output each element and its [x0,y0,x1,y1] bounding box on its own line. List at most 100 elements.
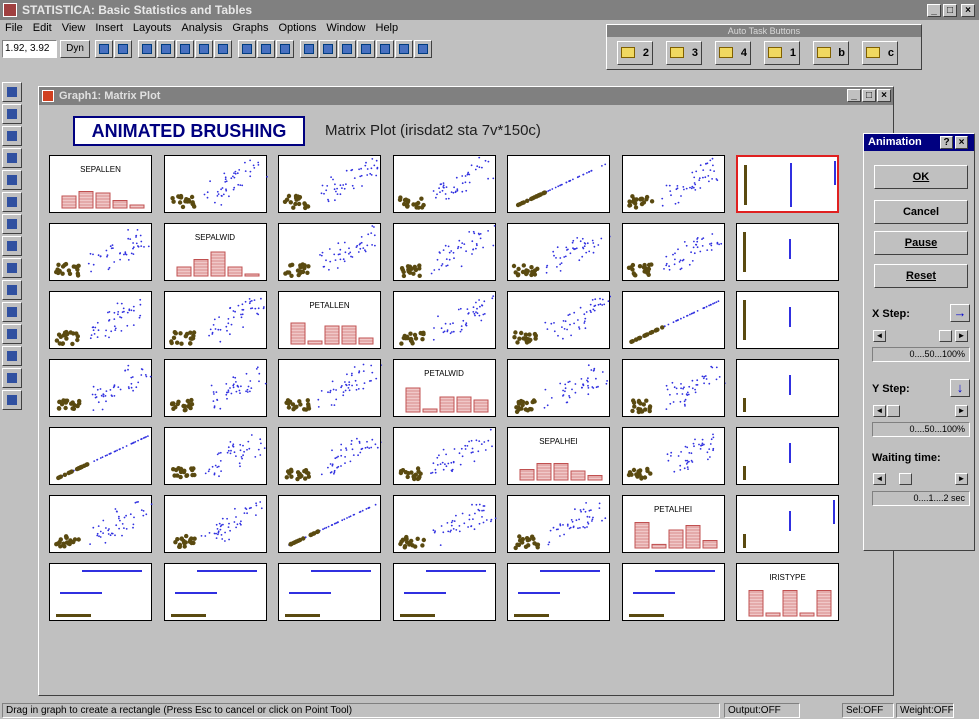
paste-icon[interactable] [2,368,22,388]
graph-area[interactable]: ANIMATED BRUSHING Matrix Plot (irisdat2 … [41,107,889,691]
histogram-cell-iristype[interactable]: IRISTYPE [736,563,839,621]
auto-task-button-b[interactable]: b [813,41,849,65]
arrow-right-icon[interactable]: → [950,304,970,322]
graph-close-icon[interactable]: × [877,89,891,102]
scatter-cell-sepallen-iristype[interactable] [736,155,839,213]
auto-task-button-2[interactable]: 2 [617,41,653,65]
menu-options[interactable]: Options [273,20,321,36]
histogram-cell-sepallen[interactable]: SEPALLEN [49,155,152,213]
help-icon[interactable]: ? [940,136,953,149]
copy-icon[interactable] [176,40,194,58]
slider-right-icon[interactable]: ► [955,330,968,342]
scatter-cell-petallen-petalwid[interactable] [392,291,496,349]
folder-icon[interactable] [2,126,22,146]
scatter-cell-sepalwid-sepallen[interactable] [49,223,152,281]
edit-icon[interactable] [2,148,22,168]
grid-icon[interactable] [214,40,232,58]
copy-icon[interactable] [2,346,22,366]
scatter-cell-petalhei-sepalhei[interactable] [507,495,610,553]
zoom-out-icon[interactable] [257,40,275,58]
search-icon[interactable] [2,302,22,322]
scatter-cell-sepalhei-sepalwid[interactable] [163,427,267,485]
dynamic-button[interactable]: Dyn [60,40,90,58]
menu-insert[interactable]: Insert [90,20,128,36]
color-icon[interactable] [2,104,22,124]
scatter-cell-sepallen-petalwid[interactable] [392,155,496,213]
ok-button[interactable]: OK [874,165,968,189]
scatter-cell-petalwid-sepalhei[interactable] [507,359,610,417]
scatter-cell-sepalwid-iristype[interactable] [736,223,839,281]
marker-icon[interactable] [395,40,413,58]
auto-task-button-3[interactable]: 3 [666,41,702,65]
scatter-cell-sepalwid-petalhei[interactable] [621,223,725,281]
slider-left-icon[interactable]: ◄ [873,330,886,342]
scatter-cell-iristype-petallen[interactable] [278,563,381,621]
scatter-cell-petallen-sepalhei[interactable] [507,291,611,349]
scatter-cell-sepalhei-petalhei[interactable] [621,427,725,485]
minimize-icon[interactable]: _ [927,4,941,17]
scatter-cell-sepalwid-petallen[interactable] [278,223,381,281]
menu-analysis[interactable]: Analysis [176,20,227,36]
maximize-icon[interactable]: □ [943,4,957,17]
paste-icon[interactable] [195,40,213,58]
page-setup-icon[interactable] [2,258,22,278]
dialog-close-icon[interactable]: × [955,136,968,149]
histogram-cell-petalhei[interactable]: PETALHEI [621,495,725,553]
graph-minimize-icon[interactable]: _ [847,89,861,102]
menu-help[interactable]: Help [371,20,404,36]
auto-task-button-1[interactable]: 1 [764,41,800,65]
y-step-slider[interactable]: ◄ ► [872,404,970,420]
scatter-cell-petalwid-petallen[interactable] [278,359,382,417]
scatter-cell-petalwid-sepallen[interactable] [49,359,152,417]
zoom-in-icon[interactable] [238,40,256,58]
scatter-cell-petallen-petalhei[interactable] [621,291,725,349]
scatter-cell-iristype-sepallen[interactable] [49,563,152,621]
slider-right-icon[interactable]: ► [955,405,968,417]
scatter-cell-sepalhei-iristype[interactable] [736,427,839,485]
scatter-cell-petalhei-iristype[interactable] [736,495,839,553]
slider-thumb[interactable] [939,330,952,342]
page-icon[interactable] [2,236,22,256]
menu-layouts[interactable]: Layouts [128,20,177,36]
slider-left-icon[interactable]: ◄ [873,473,886,485]
scatter-cell-sepalwid-sepalhei[interactable] [507,223,611,281]
chart-icon[interactable] [95,40,113,58]
menu-graphs[interactable]: Graphs [227,20,273,36]
arrow-down-icon[interactable]: ↓ [950,379,970,397]
waiting-time-slider[interactable]: ◄ ► [872,472,970,488]
scatter-cell-sepalwid-petalwid[interactable] [392,223,496,281]
app-icon[interactable] [3,3,17,17]
window-icon[interactable] [138,40,156,58]
scatter-cell-petalwid-iristype[interactable] [736,359,839,417]
print-icon[interactable] [2,280,22,300]
lines-icon[interactable] [2,82,22,102]
pause-button[interactable]: Pause [874,231,968,255]
scatter-cell-sepallen-sepalwid[interactable] [163,155,268,213]
scatter-cell-iristype-petalwid[interactable] [392,563,496,621]
zoom-icon[interactable] [157,40,175,58]
scatter-cell-petalhei-petalwid[interactable] [392,495,496,553]
histogram-cell-sepalhei[interactable]: SEPALHEI [507,427,610,485]
scatter-cell-petallen-sepalwid[interactable] [163,291,267,349]
histogram-cell-petalwid[interactable]: PETALWID [392,359,496,417]
scatter-cell-petallen-iristype[interactable] [736,291,839,349]
pointer-icon[interactable] [276,40,294,58]
scatter-cell-sepallen-petalhei[interactable] [621,155,725,213]
scatter-cell-petalhei-petallen[interactable] [278,495,381,553]
brush-icon[interactable] [300,40,318,58]
scatter-cell-sepallen-sepalhei[interactable] [507,155,610,213]
auto-task-button-4[interactable]: 4 [715,41,751,65]
scatter-cell-iristype-sepalhei[interactable] [507,563,610,621]
slider-left-icon[interactable]: ◄ [873,405,886,417]
x-step-slider[interactable]: ◄ ► [872,329,970,345]
scatter-cell-sepalhei-petalwid[interactable] [392,427,496,485]
scatter-cell-iristype-petalhei[interactable] [621,563,725,621]
reset-button[interactable]: Reset [874,264,968,288]
slider-thumb[interactable] [899,473,912,485]
menu-file[interactable]: File [0,20,28,36]
text-icon[interactable] [2,170,22,190]
menu-edit[interactable]: Edit [28,20,57,36]
auto-task-button-c[interactable]: c [862,41,898,65]
scatter-cell-petallen-sepallen[interactable] [49,291,152,349]
highlight-icon[interactable] [357,40,375,58]
